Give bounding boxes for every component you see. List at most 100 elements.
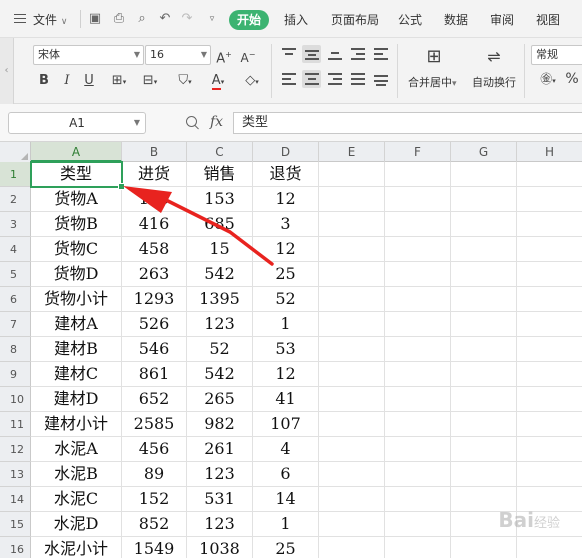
row-header-5[interactable]: 5 (0, 262, 31, 287)
cell-e10[interactable] (319, 387, 385, 412)
cell-e12[interactable] (319, 437, 385, 462)
cell-e14[interactable] (319, 487, 385, 512)
cell-a5[interactable]: 货物D (31, 262, 122, 287)
merge-cells-icon[interactable]: ⊞ (424, 46, 444, 68)
cell-e6[interactable] (319, 287, 385, 312)
currency-format-icon[interactable]: ㊎▾ (535, 70, 561, 88)
italic-icon[interactable]: I (60, 72, 74, 90)
menu-icon[interactable] (14, 14, 26, 23)
cell-b6[interactable]: 1293 (122, 287, 187, 312)
cell-b8[interactable]: 546 (122, 337, 187, 362)
cell-h10[interactable] (517, 387, 582, 412)
cell-h6[interactable] (517, 287, 582, 312)
cell-h1[interactable] (517, 162, 582, 187)
cell-c3[interactable]: 685 (187, 212, 253, 237)
tab-review[interactable]: 审阅 (490, 11, 514, 28)
cell-f10[interactable] (385, 387, 451, 412)
cell-b12[interactable]: 456 (122, 437, 187, 462)
center-align-icon[interactable] (305, 73, 319, 85)
cell-e15[interactable] (319, 512, 385, 537)
cell-g8[interactable] (451, 337, 517, 362)
cell-f2[interactable] (385, 187, 451, 212)
cell-c6[interactable]: 1395 (187, 287, 253, 312)
cell-b7[interactable]: 526 (122, 312, 187, 337)
cell-a11[interactable]: 建材小计 (31, 412, 122, 437)
cell-g4[interactable] (451, 237, 517, 262)
cell-h11[interactable] (517, 412, 582, 437)
font-size-combo[interactable]: 16 ▼ (145, 45, 211, 65)
merge-center-button[interactable]: 合并居中▾ (408, 74, 457, 90)
tab-insert[interactable]: 插入 (284, 11, 308, 28)
row-header-9[interactable]: 9 (0, 362, 31, 387)
cell-c5[interactable]: 542 (187, 262, 253, 287)
cell-h5[interactable] (517, 262, 582, 287)
cell-d2[interactable]: 12 (253, 187, 319, 212)
justify-icon[interactable] (351, 73, 365, 85)
distributed-align-icon[interactable] (374, 73, 388, 86)
cell-a10[interactable]: 建材D (31, 387, 122, 412)
tab-formulas[interactable]: 公式 (398, 11, 422, 28)
ribbon-collapse-handle[interactable]: ‹ (0, 38, 14, 104)
bold-icon[interactable]: B (37, 72, 51, 90)
cell-e5[interactable] (319, 262, 385, 287)
cell-b10[interactable]: 652 (122, 387, 187, 412)
wrap-text-icon[interactable]: ⇌ (484, 46, 504, 68)
cell-f16[interactable] (385, 537, 451, 558)
cell-f7[interactable] (385, 312, 451, 337)
search-icon[interactable] (186, 116, 197, 127)
cell-e3[interactable] (319, 212, 385, 237)
top-align-icon[interactable] (282, 48, 296, 60)
cell-c2[interactable]: 153 (187, 187, 253, 212)
decrease-font-icon[interactable]: A− (240, 46, 256, 65)
cell-g12[interactable] (451, 437, 517, 462)
save-icon[interactable]: ▣ (88, 12, 102, 26)
cell-b11[interactable]: 2585 (122, 412, 187, 437)
cell-a4[interactable]: 货物C (31, 237, 122, 262)
indent-decrease-icon[interactable] (351, 48, 365, 60)
cell-f8[interactable] (385, 337, 451, 362)
cell-a9[interactable]: 建材C (31, 362, 122, 387)
cell-e9[interactable] (319, 362, 385, 387)
cell-c14[interactable]: 531 (187, 487, 253, 512)
cell-g16[interactable] (451, 537, 517, 558)
cell-g5[interactable] (451, 262, 517, 287)
cell-b3[interactable]: 416 (122, 212, 187, 237)
font-name-combo[interactable]: 宋体 ▼ (33, 45, 144, 65)
print-icon[interactable]: ⎙ (112, 12, 126, 26)
cell-f3[interactable] (385, 212, 451, 237)
cell-h2[interactable] (517, 187, 582, 212)
cell-a2[interactable]: 货物A (31, 187, 122, 212)
cell-d8[interactable]: 53 (253, 337, 319, 362)
cell-b9[interactable]: 861 (122, 362, 187, 387)
cell-f6[interactable] (385, 287, 451, 312)
tab-page-layout[interactable]: 页面布局 (331, 11, 379, 28)
cell-b2[interactable]: 135 (122, 187, 187, 212)
name-box[interactable]: A1 ▼ (8, 112, 146, 134)
cell-b4[interactable]: 458 (122, 237, 187, 262)
cell-d14[interactable]: 14 (253, 487, 319, 512)
row-header-16[interactable]: 16 (0, 537, 31, 558)
cell-c11[interactable]: 982 (187, 412, 253, 437)
cell-g3[interactable] (451, 212, 517, 237)
cell-e8[interactable] (319, 337, 385, 362)
column-header-b[interactable]: B (122, 142, 187, 162)
cell-d11[interactable]: 107 (253, 412, 319, 437)
cell-a3[interactable]: 货物B (31, 212, 122, 237)
cell-b5[interactable]: 263 (122, 262, 187, 287)
file-menu[interactable]: 文件 ∨ (33, 11, 67, 28)
cell-b15[interactable]: 852 (122, 512, 187, 537)
cell-h4[interactable] (517, 237, 582, 262)
row-header-13[interactable]: 13 (0, 462, 31, 487)
row-header-4[interactable]: 4 (0, 237, 31, 262)
column-header-d[interactable]: D (253, 142, 319, 162)
wrap-text-button[interactable]: 自动换行 (472, 74, 516, 90)
number-format-combo[interactable]: 常规 (531, 45, 582, 65)
row-header-14[interactable]: 14 (0, 487, 31, 512)
cell-c12[interactable]: 261 (187, 437, 253, 462)
indent-increase-icon[interactable] (374, 48, 388, 60)
fx-icon[interactable]: fx (210, 114, 223, 130)
column-header-f[interactable]: F (385, 142, 451, 162)
bottom-align-icon[interactable] (328, 48, 342, 60)
cell-g7[interactable] (451, 312, 517, 337)
column-header-g[interactable]: G (451, 142, 517, 162)
